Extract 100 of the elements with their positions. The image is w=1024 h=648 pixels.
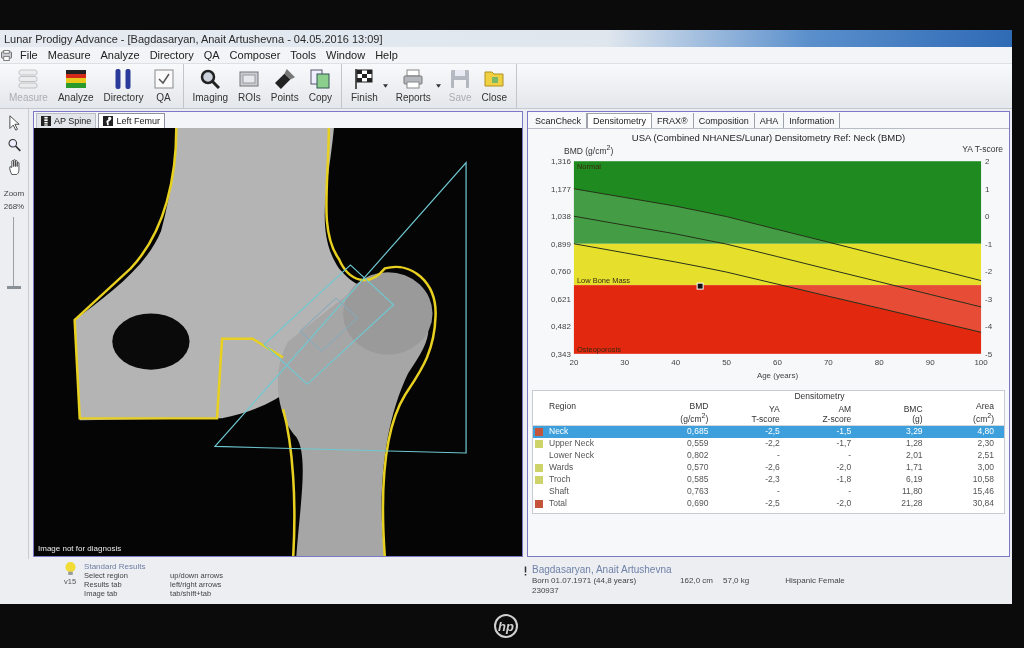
axis-tick-label: 20 [569,357,579,367]
menu-item[interactable]: File [15,48,43,62]
zoom-value: 268% [3,202,25,211]
axis-tick-label: 50 [722,357,732,367]
table-cell-text: -2,0 [836,498,853,510]
results-tab[interactable]: Composition [693,113,755,128]
magnifier-icon[interactable] [7,137,21,153]
axis-tick-label: 0,760 [550,267,571,277]
axis-tick-label: 0,621 [550,294,571,304]
femur-icon [103,116,114,126]
table-cell-text: Neck [548,426,570,438]
column-header: Area (cm$^{2}$) [972,400,995,424]
hand-icon[interactable] [7,159,21,175]
table-cell-text: 2,51 [977,450,995,462]
menu-item[interactable]: QA [198,48,225,62]
results-tab[interactable]: AHA [754,113,785,128]
toolbar-button[interactable]: Directory [98,67,149,105]
table-cell-text: Wards [548,462,575,474]
axis-tick-label: 40 [671,357,681,367]
table-cell-text: Total [548,498,568,510]
right-axis-title: YA T-score [962,144,1003,156]
axis-tick-label: 1,038 [550,212,571,222]
table-cell-text: -2,3 [765,474,781,486]
table-cell-text: -1,5 [836,426,853,438]
table-cell-text: 2,01 [906,450,924,462]
column-group-header: Densitometry [794,390,845,401]
table-row[interactable]: Upper Neck 0,559 -2,2 -1,7 1,28 2,30 [533,437,1004,450]
image-tab[interactable]: Left Femur [98,113,165,128]
axis-tick-label: 100 [974,357,988,367]
table-cell-text: -2,2 [765,438,781,450]
table-cell-text: 11,80 [901,486,924,498]
table-cell-text: -2,5 [765,426,781,438]
column-header: YA T-score [750,403,781,424]
results-tab[interactable]: Densitometry [587,113,653,128]
table-cell-text: 0,570 [687,462,710,474]
table-cell-text: - [776,486,781,498]
table-cell-text: 6,19 [906,474,924,486]
toolbar-button[interactable]: Close [476,67,513,105]
toolbar-button[interactable]: Analyze [52,67,99,105]
table-cell-text: 4,80 [977,426,995,438]
toolbar-button[interactable]: Copy [303,67,337,105]
axis-tick-label: 60 [773,357,782,367]
axis-tick-label: 1 [985,184,990,194]
axis-tick-label: -2 [985,267,993,277]
axis-tick-label: 80 [874,357,884,367]
toolbar-button[interactable]: Finish [346,67,383,105]
table-cell-text: 3,29 [906,426,924,438]
table-row[interactable]: Lower Neck 0,802 - - 2,01 2,51 [533,449,1004,462]
menu-item[interactable]: Window [321,48,371,62]
patient-height: 162,0 cm [680,576,713,585]
printer-icon[interactable] [1,49,12,61]
table-cell-text: 0,802 [687,450,710,462]
monitor-logo: hp [494,614,518,638]
table-cell-text: 0,685 [687,426,710,438]
axis-tick-label: 0 [985,212,990,222]
axis-tick-label: 1,177 [550,184,571,194]
table-cell-text: 1,71 [906,462,924,474]
column-header: BMD (g/cm$^{2}$) [679,400,710,424]
magnifier-icon [200,69,221,89]
table-cell-text: 2,30 [977,438,995,450]
table-cell-text: 0,559 [687,438,710,450]
striped-flag-icon [65,69,86,89]
documents-icon [310,69,331,89]
menu-item[interactable]: Tools [285,48,322,62]
patient-weight: 57,0 kg [723,576,750,585]
table-cell-text: -1,8 [836,474,853,486]
results-tab[interactable]: Information [784,113,841,128]
toolbar-button[interactable]: Points [265,67,304,105]
toolbar-button[interactable]: Imaging [187,67,234,105]
x-axis-title: Age (years) [756,370,799,380]
image-tab[interactable]: AP Spine [36,113,97,128]
results-tab[interactable]: FRAX® [652,113,694,128]
layers-icon [18,69,39,89]
toolbar-button[interactable]: QA [148,67,179,105]
window-title: Lunar Prodigy Advance - [Bagdasaryan, Anait Artushevna - 04.05.2016 13:09] [4,32,383,45]
table-row[interactable]: Shaft 0,763 - - 11,80 15,46 [533,485,1004,498]
menu-item[interactable]: Directory [144,48,199,62]
menu-item[interactable]: Measure [42,48,96,62]
toolbar-button[interactable]: Reports [390,67,436,105]
dropdown-arrow-icon[interactable] [382,84,388,88]
checkered-flag-icon [354,69,375,89]
dropdown-arrow-icon[interactable] [435,84,441,88]
toolbar-button[interactable]: ROIs [233,67,266,105]
lightbulb-icon [64,562,76,575]
pointer-arrow-icon[interactable] [7,115,21,131]
menu-item[interactable]: Analyze [95,48,145,62]
axis-tick-label: 0,343 [550,349,571,359]
y-axis-title: BMD (g/cm$^{2}$) [564,144,614,156]
menu-item[interactable]: Composer [224,48,286,62]
image-caption: Image not for diagnosis [38,544,122,553]
axis-tick-label: 2 [985,157,990,167]
menu-item[interactable]: Help [370,48,403,62]
patient-data-point [696,282,704,290]
axis-tick-label: -1 [985,239,993,249]
table-row[interactable]: Total 0,690 -2,5 -2,0 21,28 30,84 [533,497,1004,510]
table-cell-text: Lower Neck [548,450,595,462]
table-row[interactable]: Wards 0,570 -2,6 -2,0 1,71 3,00 [533,461,1004,474]
table-row[interactable]: Troch 0,585 -2,3 -1,8 6,19 10,58 [533,473,1004,486]
slider-thumb[interactable] [7,286,21,289]
table-cell-text: 10,58 [972,474,995,486]
